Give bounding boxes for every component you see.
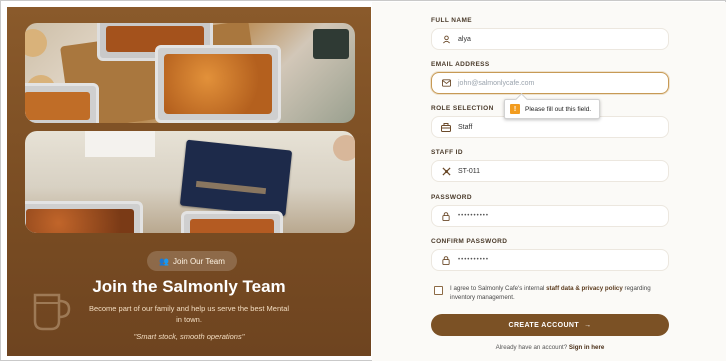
hero-panel: 👥 Join Our Team Join the Salmonly Team B… xyxy=(7,7,371,356)
users-icon: 👥 xyxy=(159,256,170,266)
join-badge-label: Join Our Team xyxy=(173,256,225,266)
hand xyxy=(333,135,355,161)
lock-icon xyxy=(440,211,452,221)
full-name-field[interactable]: alya xyxy=(431,28,669,50)
hero-photo-desserts-card xyxy=(25,131,355,233)
role-value: Staff xyxy=(458,123,473,131)
confirm-password-value: •••••••••• xyxy=(458,257,490,263)
email-placeholder: john@salmonlycafe.com xyxy=(458,79,535,87)
wooden-spoon xyxy=(25,29,47,57)
confirm-password-label: CONFIRM PASSWORD xyxy=(431,238,508,245)
staff-id-label: STAFF ID xyxy=(431,149,463,156)
dessert-tray xyxy=(25,83,99,123)
menu-card xyxy=(179,139,293,217)
password-value: •••••••••• xyxy=(458,213,490,219)
dessert-tray xyxy=(155,45,281,123)
app-frame: 👥 Join Our Team Join the Salmonly Team B… xyxy=(0,0,726,361)
signin-prompt: Already have an account? Sign in here xyxy=(431,344,669,351)
id-icon xyxy=(440,166,452,176)
privacy-policy-link[interactable]: staff data & privacy policy xyxy=(546,285,623,292)
role-select[interactable]: Staff xyxy=(431,116,669,138)
hero-description: Become part of our family and help us se… xyxy=(88,304,290,324)
hero-photo-desserts xyxy=(25,23,355,123)
create-account-button[interactable]: CREATE ACCOUNT → xyxy=(431,314,669,336)
hero-quote: "Smart stock, smooth operations" xyxy=(133,332,245,341)
agree-text: I agree to Salmonly Cafe's internal staf… xyxy=(450,284,670,302)
user-icon xyxy=(440,35,452,44)
agree-checkbox[interactable] xyxy=(434,286,443,295)
paper-box xyxy=(85,131,155,157)
signin-prefix: Already have an account? xyxy=(495,344,569,351)
validation-tooltip: ! Please fill out this field. xyxy=(504,99,601,119)
email-field[interactable]: john@salmonlycafe.com xyxy=(431,72,669,94)
briefcase-icon xyxy=(440,122,452,132)
lock-icon xyxy=(440,255,452,265)
mail-icon xyxy=(440,79,452,87)
dessert-tray xyxy=(25,201,143,233)
policy-agreement: I agree to Salmonly Cafe's internal staf… xyxy=(434,284,670,302)
email-label: EMAIL ADDRESS xyxy=(431,61,490,68)
register-form: FULL NAME alya EMAIL ADDRESS john@salmon… xyxy=(372,2,726,361)
arrow-right-icon: → xyxy=(584,321,592,329)
password-label: PASSWORD xyxy=(431,194,472,201)
dessert-tray xyxy=(181,211,283,233)
staff-id-field[interactable]: ST-011 xyxy=(431,160,669,182)
password-field[interactable]: •••••••••• xyxy=(431,205,669,227)
staff-id-value: ST-011 xyxy=(458,167,481,175)
agree-prefix: I agree to Salmonly Cafe's internal xyxy=(450,285,547,292)
confirm-password-field[interactable]: •••••••••• xyxy=(431,249,669,271)
dark-napkin xyxy=(313,29,349,59)
create-account-label: CREATE ACCOUNT xyxy=(508,321,580,329)
join-badge: 👥 Join Our Team xyxy=(147,251,237,271)
full-name-value: alya xyxy=(458,35,471,43)
warning-icon: ! xyxy=(510,104,520,114)
role-label: ROLE SELECTION xyxy=(431,105,494,112)
validation-message: Please fill out this field. xyxy=(525,105,592,113)
hero-title: Join the Salmonly Team xyxy=(92,277,286,296)
full-name-label: FULL NAME xyxy=(431,17,473,24)
signin-link[interactable]: Sign in here xyxy=(569,344,604,351)
